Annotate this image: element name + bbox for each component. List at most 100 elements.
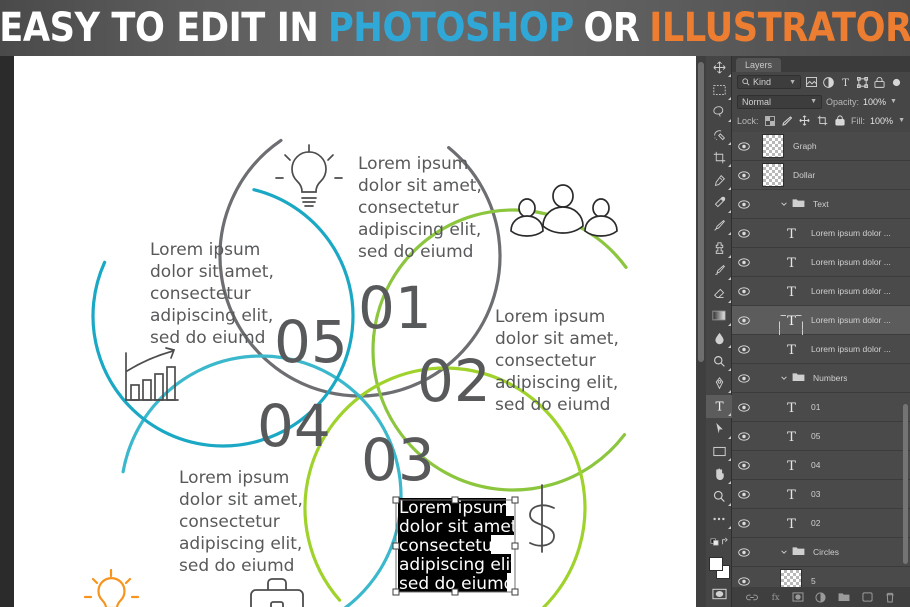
layer-style-icon[interactable]: fx [768,591,781,604]
canvas-scroll-thumb[interactable] [698,62,704,362]
eraser-tool[interactable] [706,282,732,305]
tool-corner-marker [727,480,731,484]
chevron-down-icon[interactable] [780,195,788,213]
clone-stamp-tool[interactable] [706,237,732,260]
segment-02-number: 02 [417,347,491,415]
eye-icon[interactable] [732,460,756,470]
history-brush-tool[interactable] [706,259,732,282]
eye-icon[interactable] [732,257,756,267]
adjustment-filter-icon[interactable] [822,76,835,89]
lock-image-pixels-icon[interactable] [781,114,794,127]
tool-corner-marker [727,141,731,145]
layers-list[interactable]: Graph Dollar Text T Lorem ipsum dolor ..… [732,132,910,587]
shape-filter-icon[interactable] [856,76,869,89]
layer-row-circle-5[interactable]: 5 [732,567,910,587]
new-group-icon[interactable] [838,591,851,604]
quick-selection-tool[interactable] [706,124,732,147]
type-tool[interactable]: T [706,394,732,418]
tool-corner-marker [727,254,731,258]
fill-chevron-down-icon[interactable]: ▼ [898,117,905,124]
eye-icon[interactable] [732,199,756,209]
layer-mask-icon[interactable] [791,591,804,604]
path-selection-tool[interactable] [706,418,732,441]
layers-panel-scrollbar[interactable] [903,134,908,584]
filter-toggle-icon[interactable] [890,76,903,89]
layers-scroll-thumb[interactable] [903,404,908,564]
blend-mode-value: Normal [742,96,772,107]
layer-row-number-02[interactable]: T 02 [732,509,910,538]
more-tools-icon[interactable] [706,508,732,531]
lock-transparent-pixels-icon[interactable] [764,114,777,127]
lasso-tool[interactable] [706,101,732,124]
canvas-vertical-scrollbar[interactable] [696,56,706,607]
color-swatches[interactable] [706,553,732,583]
layer-row-graph[interactable]: Graph [732,132,910,161]
tool-corner-marker [727,525,731,529]
eyedropper-tool[interactable] [706,169,732,192]
layer-row-text-1[interactable]: T Lorem ipsum dolor ... [732,219,910,248]
layer-row-text-4-selected[interactable]: T Lorem ipsum dolor ... [732,306,910,335]
layer-row-text-5[interactable]: T Lorem ipsum dolor ... [732,335,910,364]
svg-text:T: T [787,401,796,415]
layer-row-number-01[interactable]: T 01 [732,393,910,422]
lock-artboard-icon[interactable] [816,114,829,127]
layer-row-number-04[interactable]: T 04 [732,451,910,480]
eye-icon[interactable] [732,373,756,383]
opacity-value[interactable]: 100% [863,97,886,107]
chevron-down-icon[interactable] [780,543,788,561]
hand-tool[interactable] [706,463,732,486]
selected-text-layer-03[interactable]: Lorem ipsum dolor sit amet, consectetur … [392,496,528,596]
eye-icon[interactable] [732,402,756,412]
healing-brush-tool[interactable] [706,192,732,215]
brush-tool[interactable] [706,214,732,237]
quick-mask-icon[interactable] [706,583,732,606]
chevron-down-icon: ▼ [810,98,817,105]
crop-tool[interactable] [706,146,732,169]
eye-icon[interactable] [732,286,756,296]
layer-row-text-2[interactable]: T Lorem ipsum dolor ... [732,248,910,277]
chevron-down-icon[interactable] [780,369,788,387]
foreground-color-swatch[interactable] [709,557,723,572]
move-tool[interactable] [706,56,732,79]
layer-group-text[interactable]: Text [732,190,910,219]
eye-icon[interactable] [732,431,756,441]
document-canvas[interactable]: Lorem ipsum dolor sit amet, consectetur … [14,56,696,607]
zoom-tool[interactable] [706,485,732,508]
eye-icon[interactable] [732,141,756,151]
eye-icon[interactable] [732,518,756,528]
layer-row-number-05[interactable]: T 05 [732,422,910,451]
eye-icon[interactable] [732,228,756,238]
layer-group-numbers[interactable]: Numbers [732,364,910,393]
marquee-tool[interactable] [706,79,732,102]
pixel-filter-icon[interactable] [805,76,818,89]
layer-filter-kind-dropdown[interactable]: Kind ▼ [737,75,801,89]
eye-icon[interactable] [732,315,756,325]
layer-row-dollar[interactable]: Dollar [732,161,910,190]
default-colors-icon[interactable] [706,530,732,553]
adjustment-layer-icon[interactable] [814,591,827,604]
gradient-tool[interactable] [706,305,732,328]
layer-row-text-3[interactable]: T Lorem ipsum dolor ... [732,277,910,306]
type-filter-icon[interactable]: T [839,76,852,89]
blend-mode-dropdown[interactable]: Normal ▼ [737,94,822,109]
opacity-chevron-down-icon[interactable]: ▼ [890,98,897,105]
link-layers-icon[interactable] [745,591,758,604]
eye-icon[interactable] [732,576,756,586]
new-layer-icon[interactable] [861,591,874,604]
blur-tool[interactable] [706,327,732,350]
eye-icon[interactable] [732,547,756,557]
delete-layer-icon[interactable] [884,591,897,604]
lock-all-icon[interactable] [834,114,847,127]
lock-position-icon[interactable] [799,114,812,127]
layer-group-circles[interactable]: Circles [732,538,910,567]
eye-icon[interactable] [732,170,756,180]
layer-row-number-03[interactable]: T 03 [732,480,910,509]
rectangle-tool[interactable] [706,440,732,463]
eye-icon[interactable] [732,489,756,499]
eye-icon[interactable] [732,344,756,354]
smart-object-filter-icon[interactable] [873,76,886,89]
tab-layers[interactable]: Layers [736,58,782,72]
pen-tool[interactable] [706,372,732,395]
dodge-tool[interactable] [706,350,732,373]
fill-value[interactable]: 100% [870,116,893,126]
